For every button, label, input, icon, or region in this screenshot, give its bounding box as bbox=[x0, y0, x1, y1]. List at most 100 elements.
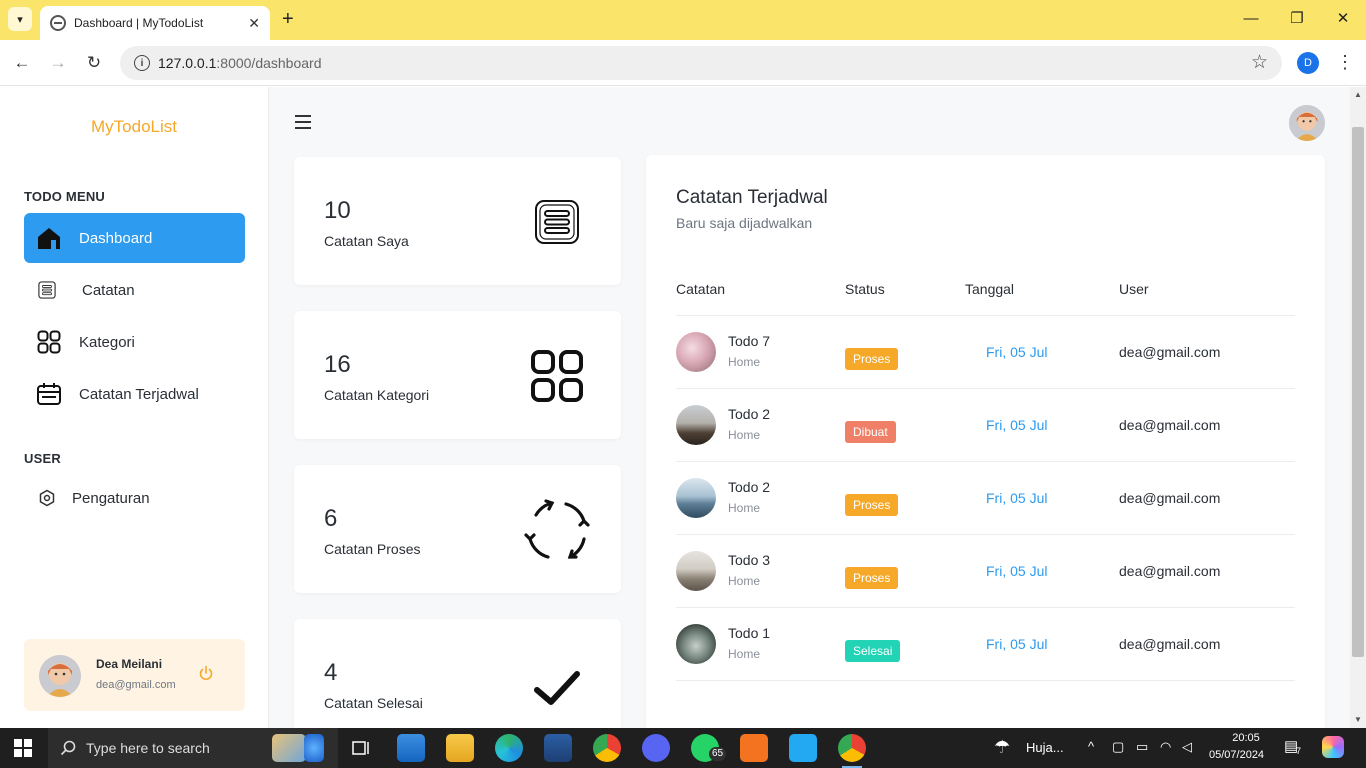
todo-user: dea@gmail.com bbox=[1119, 417, 1221, 433]
file-explorer-icon[interactable] bbox=[446, 734, 474, 762]
notification-count: 7 bbox=[1296, 746, 1302, 756]
table-row[interactable]: Todo 2 Home Proses Fri, 05 Jul dea@gmail… bbox=[676, 462, 1295, 535]
site-info-icon[interactable]: i bbox=[134, 55, 150, 71]
bookmark-star-icon[interactable]: ☆ bbox=[1251, 51, 1268, 74]
stat-card-catatan-kategori[interactable]: 16 Catatan Kategori bbox=[294, 311, 621, 439]
avatar[interactable] bbox=[39, 655, 81, 697]
stat-card-catatan-selesai[interactable]: 4 Catatan Selesai bbox=[294, 619, 621, 728]
vscode-icon[interactable] bbox=[789, 734, 817, 762]
scheduled-notes-panel: Catatan Terjadwal Baru saja dijadwalkan … bbox=[646, 155, 1325, 728]
sidebar-item-catatan-terjadwal[interactable]: Catatan Terjadwal bbox=[24, 369, 245, 419]
scroll-down-arrow-icon[interactable]: ▼ bbox=[1350, 712, 1366, 728]
column-header-user: User bbox=[1119, 281, 1149, 297]
todo-category: Home bbox=[728, 355, 761, 369]
sidebar-item-pengaturan[interactable]: Pengaturan bbox=[24, 473, 245, 523]
volume-icon[interactable]: ◁ bbox=[1182, 739, 1192, 755]
reload-button[interactable]: ↻ bbox=[82, 52, 106, 74]
category-grid-icon bbox=[36, 329, 62, 355]
clock-time[interactable]: 20:05 bbox=[1224, 732, 1268, 744]
status-badge: Selesai bbox=[845, 640, 901, 662]
weather-umbrella-icon[interactable]: ☂ bbox=[994, 737, 1010, 758]
search-highlight-icon[interactable] bbox=[272, 734, 306, 762]
maximize-button[interactable]: ❐ bbox=[1282, 8, 1312, 30]
todo-user: dea@gmail.com bbox=[1119, 344, 1221, 360]
category-grid-icon bbox=[522, 341, 592, 411]
wifi-icon[interactable]: ◠ bbox=[1160, 739, 1171, 755]
todo-name: Todo 3 bbox=[728, 552, 771, 568]
stat-value: 6 bbox=[324, 505, 338, 532]
sidebar-item-kategori[interactable]: Kategori bbox=[24, 317, 245, 367]
todo-thumbnail bbox=[676, 624, 716, 664]
stat-value: 10 bbox=[324, 197, 351, 224]
tab-search-button[interactable]: ▾ bbox=[8, 7, 32, 31]
header-avatar[interactable] bbox=[1289, 105, 1325, 141]
weather-text[interactable]: Huja... bbox=[1026, 740, 1064, 755]
teams-icon[interactable] bbox=[544, 734, 572, 762]
calendar-icon bbox=[36, 381, 62, 407]
back-button[interactable]: ← bbox=[10, 52, 34, 74]
stat-label: Catatan Saya bbox=[324, 233, 409, 249]
browser-menu-icon[interactable]: ⋮ bbox=[1336, 52, 1354, 72]
xampp-icon[interactable] bbox=[740, 734, 768, 762]
clock-date[interactable]: 05/07/2024 bbox=[1209, 749, 1264, 761]
profile-avatar-button[interactable]: D bbox=[1297, 52, 1319, 74]
forward-button[interactable]: → bbox=[46, 52, 70, 74]
app-root: MyTodoList TODO MENU Dashboard Catatan K… bbox=[0, 87, 1350, 728]
scrollbar-thumb[interactable] bbox=[1352, 127, 1364, 657]
sync-arrows-icon bbox=[522, 495, 592, 565]
copilot-tray-icon[interactable] bbox=[1322, 736, 1344, 758]
table-row[interactable]: Todo 3 Home Proses Fri, 05 Jul dea@gmail… bbox=[676, 535, 1295, 608]
sidebar-item-label: Catatan bbox=[82, 281, 135, 299]
user-profile-card: Dea Meilani dea@gmail.com bbox=[24, 639, 245, 711]
sidebar-item-label: Pengaturan bbox=[72, 489, 150, 507]
tab-close-icon[interactable]: ✕ bbox=[248, 15, 260, 32]
sidebar-item-label: Catatan Terjadwal bbox=[79, 385, 199, 403]
discord-icon[interactable] bbox=[642, 734, 670, 762]
sidebar-item-dashboard[interactable]: Dashboard bbox=[24, 213, 245, 263]
task-view-icon[interactable] bbox=[347, 734, 375, 762]
table-row[interactable]: Todo 7 Home Proses Fri, 05 Jul dea@gmail… bbox=[676, 316, 1295, 389]
hamburger-menu-icon[interactable] bbox=[295, 115, 311, 129]
new-tab-button[interactable]: + bbox=[282, 8, 294, 30]
table-row[interactable]: Todo 2 Home Dibuat Fri, 05 Jul dea@gmail… bbox=[676, 389, 1295, 462]
browser-toolbar: ← → ↻ i 127.0.0.1:8000/dashboard ☆ D ⋮ bbox=[0, 40, 1366, 86]
battery-icon[interactable]: ▭ bbox=[1136, 739, 1148, 755]
panel-title: Catatan Terjadwal bbox=[676, 187, 828, 208]
notes-list-icon bbox=[522, 187, 592, 257]
logout-power-icon[interactable] bbox=[198, 665, 214, 681]
minimize-button[interactable]: — bbox=[1236, 8, 1266, 30]
todo-thumbnail bbox=[676, 405, 716, 445]
chevron-up-icon[interactable]: ^ bbox=[1088, 739, 1094, 754]
todo-date: Fri, 05 Jul bbox=[986, 417, 1048, 433]
scroll-up-arrow-icon[interactable]: ▲ bbox=[1350, 87, 1366, 103]
column-header-tanggal: Tanggal bbox=[965, 281, 1015, 297]
page-scrollbar[interactable]: ▲ ▼ bbox=[1350, 87, 1366, 728]
stat-card-catatan-saya[interactable]: 10 Catatan Saya bbox=[294, 157, 621, 285]
copilot-icon[interactable] bbox=[304, 734, 324, 762]
stat-label: Catatan Kategori bbox=[324, 387, 430, 403]
url-text[interactable]: 127.0.0.1:8000/dashboard bbox=[158, 55, 321, 71]
mail-icon[interactable] bbox=[397, 734, 425, 762]
todo-category: Home bbox=[728, 574, 761, 588]
chrome-icon[interactable] bbox=[593, 734, 621, 762]
todo-category: Home bbox=[728, 428, 761, 442]
todo-date: Fri, 05 Jul bbox=[986, 344, 1048, 360]
main-content: 10 Catatan Saya 16 Catatan Kategori 6 Ca… bbox=[269, 87, 1350, 728]
chrome-profile-icon[interactable] bbox=[838, 734, 866, 768]
stat-value: 4 bbox=[324, 659, 338, 686]
close-window-button[interactable]: ✕ bbox=[1328, 8, 1358, 30]
status-badge: Proses bbox=[845, 494, 899, 516]
address-bar[interactable]: i 127.0.0.1:8000/dashboard ☆ bbox=[120, 46, 1282, 80]
brand-logo-text[interactable]: MyTodoList bbox=[0, 117, 268, 137]
stat-card-catatan-proses[interactable]: 6 Catatan Proses bbox=[294, 465, 621, 593]
browser-tab-active[interactable]: Dashboard | MyTodoList ✕ bbox=[40, 6, 270, 40]
meet-now-icon[interactable]: ▢ bbox=[1112, 739, 1124, 755]
edge-browser-icon[interactable] bbox=[495, 734, 523, 762]
windows-taskbar: Type here to search ☂ Huja... ^ ▢ ▭ ◠ ◁ … bbox=[0, 728, 1366, 768]
windows-start-icon[interactable] bbox=[14, 739, 32, 757]
todo-user: dea@gmail.com bbox=[1119, 563, 1221, 579]
table-row[interactable]: Todo 1 Home Selesai Fri, 05 Jul dea@gmai… bbox=[676, 608, 1295, 681]
taskbar-search-placeholder: Type here to search bbox=[86, 740, 210, 756]
sidebar-item-catatan[interactable]: Catatan bbox=[24, 265, 245, 315]
todo-user: dea@gmail.com bbox=[1119, 490, 1221, 506]
